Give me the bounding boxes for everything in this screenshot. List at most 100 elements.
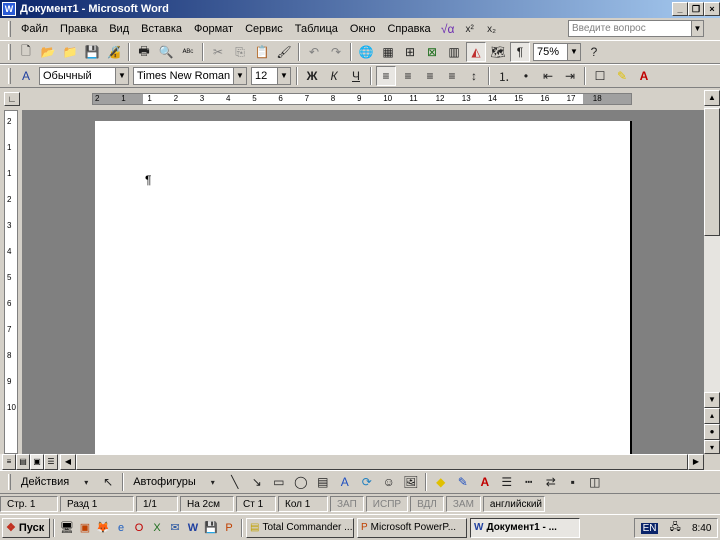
highlight-icon[interactable]: ✎ — [612, 66, 632, 86]
network-icon[interactable]: 🖧 — [670, 520, 681, 537]
scroll-right-icon[interactable]: ▶ — [688, 454, 704, 470]
scroll-up-icon[interactable]: ▲ — [704, 90, 720, 106]
horizontal-scroll-thumb[interactable] — [76, 454, 688, 470]
menu-help[interactable]: Справка — [381, 21, 436, 37]
horizontal-ruler[interactable]: 2 1 1 2 3 4 5 6 7 8 9 10 11 12 13 14 15 16 17 18 — [92, 93, 632, 105]
underline-icon[interactable]: Ч — [346, 66, 366, 86]
toolbar-grip[interactable] — [8, 44, 11, 60]
task-powerpoint[interactable]: P Microsoft PowerP... — [357, 517, 467, 538]
outlook-icon[interactable]: ✉ — [167, 520, 183, 536]
minimize-button[interactable]: _ — [672, 2, 688, 16]
help-icon[interactable]: ? — [584, 42, 604, 62]
wordart-icon[interactable]: A — [335, 472, 355, 492]
spelling-icon[interactable]: ᴬᴮᶜ — [178, 42, 198, 62]
start-button[interactable]: ❖ Пуск — [2, 517, 50, 538]
firefox-icon[interactable]: 🦊 — [95, 520, 111, 536]
open-folder-icon[interactable]: 📂 — [38, 42, 58, 62]
menu-file[interactable]: Файл — [15, 21, 54, 37]
document-map-icon[interactable]: 🗺 — [488, 42, 508, 62]
cut-icon[interactable]: ✂ — [208, 42, 228, 62]
increase-indent-icon[interactable]: ⇥ — [560, 66, 580, 86]
chevron-down-icon[interactable]: ▼ — [233, 68, 246, 84]
columns-icon[interactable]: ▥ — [444, 42, 464, 62]
subscript-icon[interactable]: x₂ — [482, 19, 502, 39]
hyperlink-icon[interactable]: 🌐 — [356, 42, 376, 62]
drawing-icon[interactable]: ◭ — [466, 42, 486, 62]
task-word-document[interactable]: W Документ1 - ... — [470, 517, 580, 538]
draw-actions-menu[interactable]: Действия — [15, 474, 75, 490]
arrow-style-icon[interactable]: ⇄ — [541, 472, 561, 492]
line-color-icon[interactable]: ✎ — [453, 472, 473, 492]
align-right-icon[interactable]: ≡ — [420, 66, 440, 86]
show-desktop-icon[interactable]: 🖥 — [59, 520, 75, 536]
picture-icon[interactable]: 🖼 — [401, 472, 421, 492]
task-total-commander[interactable]: ▤ Total Commander ... — [246, 517, 354, 538]
chevron-down-icon[interactable]: ▼ — [567, 44, 580, 60]
style-combo[interactable]: Обычный ▼ — [39, 67, 129, 85]
scroll-thumb[interactable] — [704, 108, 720, 236]
insert-table-icon[interactable]: ⊞ — [400, 42, 420, 62]
font-color-icon[interactable]: A — [634, 66, 654, 86]
print-layout-view-icon[interactable]: ▣ — [30, 454, 44, 470]
status-ext[interactable]: ВДЛ — [410, 496, 444, 512]
styles-pane-icon[interactable]: A — [16, 66, 36, 86]
internet-explorer-icon[interactable]: e — [113, 520, 129, 536]
word-app-icon[interactable]: W — [2, 2, 16, 16]
ask-question-box[interactable]: Введите вопрос ▼ — [568, 20, 704, 37]
chevron-down-icon[interactable]: ▼ — [115, 68, 128, 84]
numbering-icon[interactable]: ⒈ — [494, 66, 514, 86]
bold-icon[interactable]: Ж — [302, 66, 322, 86]
diagram-icon[interactable]: ⟳ — [357, 472, 377, 492]
close-button[interactable]: × — [704, 2, 720, 16]
horizontal-scrollbar[interactable]: ≡ ▤ ▣ ☰ ◀ ▶ — [0, 454, 704, 470]
superscript-icon[interactable]: x² — [460, 19, 480, 39]
select-browse-object-icon[interactable]: ● — [704, 424, 720, 440]
dropdown-arrow-icon[interactable]: ▾ — [76, 472, 96, 492]
web-view-icon[interactable]: ▤ — [16, 454, 30, 470]
tables-borders-icon[interactable]: ▦ — [378, 42, 398, 62]
shadow-icon[interactable]: ▪ — [563, 472, 583, 492]
status-trk[interactable]: ИСПР — [365, 496, 409, 512]
3d-icon[interactable]: ◫ — [585, 472, 605, 492]
italic-icon[interactable]: К — [324, 66, 344, 86]
format-painter-icon[interactable]: 🖌 — [274, 42, 294, 62]
fill-color-icon[interactable]: ◆ — [431, 472, 451, 492]
save-disk-icon[interactable]: 💾 — [203, 520, 219, 536]
select-objects-icon[interactable]: ↖ — [98, 472, 118, 492]
zoom-combo[interactable]: 75% ▼ — [533, 43, 581, 61]
status-ovr[interactable]: ЗАМ — [445, 496, 481, 512]
menu-tools[interactable]: Сервис — [239, 21, 289, 37]
chevron-down-icon[interactable]: ▼ — [691, 21, 703, 36]
normal-view-icon[interactable]: ≡ — [2, 454, 16, 470]
decrease-indent-icon[interactable]: ⇤ — [538, 66, 558, 86]
oval-icon[interactable]: ◯ — [291, 472, 311, 492]
word-icon[interactable]: W — [185, 520, 201, 536]
justify-icon[interactable]: ≡ — [442, 66, 462, 86]
show-hide-pilcrow-icon[interactable]: ¶ — [510, 42, 530, 62]
vertical-scrollbar[interactable]: ▲ ▼ ▴ ● ▾ — [704, 90, 720, 454]
language-indicator[interactable]: EN — [640, 522, 659, 534]
quicklaunch-app-icon[interactable]: ▣ — [77, 520, 93, 536]
undo-icon[interactable]: ↶ — [304, 42, 324, 62]
outline-view-icon[interactable]: ☰ — [44, 454, 58, 470]
font-combo[interactable]: Times New Roman ▼ — [133, 67, 247, 85]
toolbar-grip[interactable] — [8, 68, 11, 84]
menu-insert[interactable]: Вставка — [135, 21, 188, 37]
previous-page-icon[interactable]: ▴ — [704, 408, 720, 424]
menu-edit[interactable]: Правка — [54, 21, 103, 37]
status-rec[interactable]: ЗАП — [330, 496, 364, 512]
line-icon[interactable]: ╲ — [225, 472, 245, 492]
align-center-icon[interactable]: ≡ — [398, 66, 418, 86]
textbox-icon[interactable]: ▤ — [313, 472, 333, 492]
dash-style-icon[interactable]: ┅ — [519, 472, 539, 492]
permission-icon[interactable]: 🔏 — [104, 42, 124, 62]
menu-format[interactable]: Формат — [188, 21, 239, 37]
clipart-icon[interactable]: ☺ — [379, 472, 399, 492]
new-document-icon[interactable]: 🗋 — [16, 42, 36, 62]
print-icon[interactable]: 🖶 — [134, 42, 154, 62]
next-page-icon[interactable]: ▾ — [704, 440, 720, 454]
align-left-icon[interactable]: ≡ — [376, 66, 396, 86]
scroll-left-icon[interactable]: ◀ — [60, 454, 76, 470]
equation-icon[interactable]: √α — [438, 19, 458, 39]
scroll-down-icon[interactable]: ▼ — [704, 392, 720, 408]
